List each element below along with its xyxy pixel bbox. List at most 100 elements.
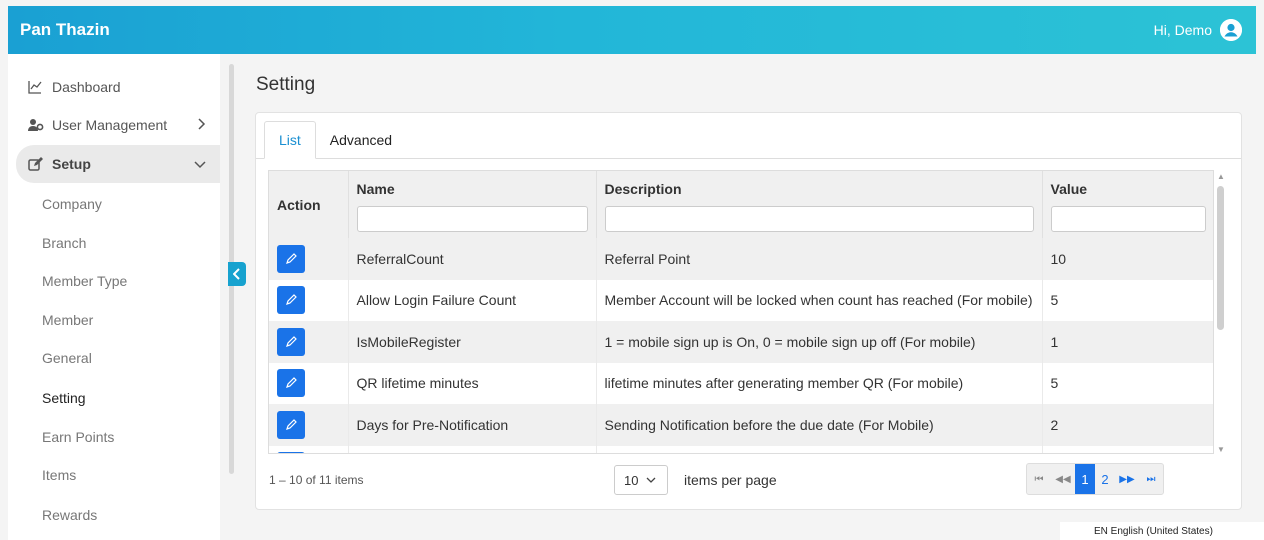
chevron-down-icon [194, 156, 206, 172]
name-cell: QR lifetime minutes [348, 362, 597, 404]
pencil-icon [286, 294, 297, 306]
description-cell [596, 445, 1043, 453]
sidebar-item-label: Setup [52, 156, 91, 172]
sidebar-subitem-general[interactable]: General [42, 350, 92, 366]
last-page-icon[interactable]: ⏭ [1139, 464, 1163, 494]
value-cell: 1 [1042, 321, 1213, 363]
column-header-description[interactable]: Description [596, 171, 1043, 238]
table-row: Days for Pre-Notification Sending Notifi… [269, 404, 1213, 446]
first-page-icon[interactable]: ⏮ [1027, 464, 1051, 494]
grid-scrollbar[interactable]: ▲ ▼ [1214, 170, 1228, 454]
sidebar: Dashboard User Management Setup Company … [8, 54, 220, 540]
name-cell: Days for Pre-Notification [348, 404, 597, 446]
edit-button[interactable] [277, 369, 305, 398]
edit-button[interactable] [277, 410, 305, 439]
page-title: Setting [256, 74, 316, 95]
name-filter-input[interactable] [356, 206, 588, 232]
table-row: IsMobileRegister 1 = mobile sign up is O… [269, 321, 1213, 363]
pencil-icon [286, 418, 297, 430]
value-cell: 10 [1042, 238, 1213, 280]
chevron-right-icon [198, 117, 206, 133]
language-indicator[interactable]: EN English (United States) [1060, 522, 1264, 540]
column-header-value[interactable]: Value [1042, 171, 1213, 238]
sidebar-subitem-member-type[interactable]: Member Type [42, 273, 127, 289]
sidebar-subitem-items[interactable]: Items [42, 467, 76, 483]
page-button-1[interactable]: 1 [1075, 464, 1095, 494]
edit-button[interactable] [277, 327, 305, 356]
chart-line-icon [28, 80, 46, 94]
name-cell: Allow Login Failure Count [348, 279, 597, 321]
edit-button[interactable] [277, 286, 305, 315]
column-header-name[interactable]: Name [348, 171, 597, 238]
users-cog-icon [28, 118, 46, 132]
description-cell: 1 = mobile sign up is On, 0 = mobile sig… [596, 321, 1043, 363]
user-greeting[interactable]: Hi, Demo [1154, 22, 1212, 38]
table-row [269, 445, 1213, 453]
column-header-label: Description [604, 181, 682, 197]
page-size-select[interactable]: 10 [614, 465, 668, 495]
sidebar-subitem-company[interactable]: Company [42, 196, 102, 212]
action-cell [269, 279, 349, 321]
tab-advanced[interactable]: Advanced [316, 121, 406, 159]
next-page-icon[interactable]: ▶▶ [1115, 464, 1139, 494]
description-cell: Sending Notification before the due date… [596, 404, 1043, 446]
settings-grid: Action Name Description Value ReferralCo… [268, 170, 1214, 454]
sidebar-subitem-earn-points[interactable]: Earn Points [42, 429, 114, 445]
sidebar-scrollbar[interactable] [228, 58, 236, 534]
sidebar-item-dashboard[interactable]: Dashboard [16, 68, 220, 106]
pager-info: 1 – 10 of 11 items [269, 473, 364, 487]
action-cell [269, 321, 349, 363]
top-bar: Pan Thazin Hi, Demo [8, 6, 1256, 54]
column-header-label: Name [356, 181, 395, 197]
column-header-action: Action [269, 171, 349, 238]
pagination: ⏮ ◀◀ 1 2 ▶▶ ⏭ [1026, 463, 1164, 495]
name-cell: IsMobileRegister [348, 321, 597, 363]
value-filter-input[interactable] [1050, 206, 1206, 232]
per-page-label: items per page [684, 472, 777, 488]
sidebar-subitem-branch[interactable]: Branch [42, 235, 86, 251]
sidebar-item-label: Dashboard [52, 79, 121, 95]
scroll-down-icon[interactable]: ▼ [1217, 445, 1225, 454]
description-cell: lifetime minutes after generating member… [596, 362, 1043, 404]
name-cell [348, 445, 597, 453]
scroll-up-icon[interactable]: ▲ [1217, 172, 1225, 181]
tab-strip: List Advanced [264, 121, 406, 159]
description-filter-input[interactable] [604, 206, 1034, 232]
edit-button[interactable] [277, 452, 305, 453]
language-label: EN English (United States) [1094, 525, 1213, 537]
sidebar-item-setup[interactable]: Setup [16, 145, 220, 183]
value-cell [1042, 445, 1213, 453]
grid-scrollbar-thumb[interactable] [1217, 186, 1224, 330]
description-cell: Member Account will be locked when count… [596, 279, 1043, 321]
pencil-icon [286, 335, 297, 347]
edit-button[interactable] [277, 244, 305, 273]
pencil-icon [286, 252, 297, 264]
value-cell: 2 [1042, 404, 1213, 446]
page-size-value: 10 [624, 472, 639, 488]
table-row: QR lifetime minutes lifetime minutes aft… [269, 362, 1213, 404]
brand-title[interactable]: Pan Thazin [20, 20, 110, 40]
action-cell [269, 445, 349, 453]
user-menu[interactable]: Hi, Demo [1154, 19, 1242, 41]
edit-icon [28, 156, 46, 172]
tab-list[interactable]: List [264, 121, 316, 159]
sidebar-subitem-member[interactable]: Member [42, 312, 93, 328]
page-button-2[interactable]: 2 [1095, 464, 1115, 494]
action-cell [269, 362, 349, 404]
chevron-left-icon [233, 268, 240, 280]
sidebar-subitem-rewards[interactable]: Rewards [42, 507, 97, 523]
action-cell [269, 238, 349, 280]
name-cell: ReferralCount [348, 238, 597, 280]
previous-page-icon[interactable]: ◀◀ [1051, 464, 1075, 494]
table-row: ReferralCount Referral Point 10 [269, 238, 1213, 280]
settings-card: List Advanced Action Name Description Va… [255, 112, 1242, 510]
pencil-icon [286, 377, 297, 389]
collapse-sidebar-button[interactable] [228, 262, 246, 286]
action-cell [269, 404, 349, 446]
column-header-label: Value [1050, 181, 1088, 197]
sidebar-item-label: User Management [52, 117, 168, 133]
user-avatar-icon[interactable] [1220, 19, 1242, 41]
description-cell: Referral Point [596, 238, 1043, 280]
sidebar-item-user-management[interactable]: User Management [16, 106, 220, 144]
sidebar-subitem-setting[interactable]: Setting [42, 390, 86, 406]
